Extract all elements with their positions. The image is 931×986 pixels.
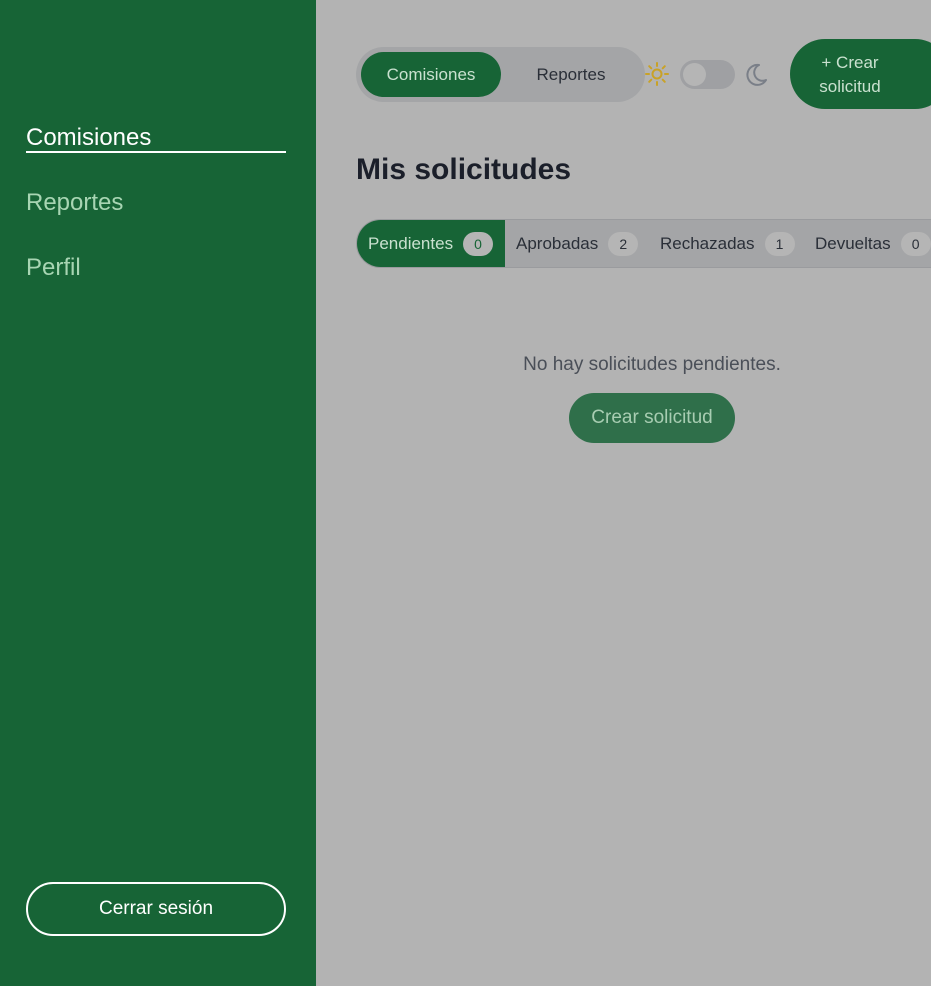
toggle-knob (683, 63, 706, 86)
tab-rechazadas[interactable]: Rechazadas 1 (660, 220, 795, 267)
create-button-line1: + Crear (821, 53, 879, 72)
logout-button[interactable]: Cerrar sesión (26, 882, 286, 936)
theme-toggle[interactable] (680, 60, 735, 89)
tab-pendientes[interactable]: Pendientes 0 (357, 220, 505, 267)
tab-label: Pendientes (368, 233, 454, 253)
segment-reportes[interactable]: Reportes (501, 52, 641, 97)
sidebar: Comisiones Reportes Perfil Cerrar sesión (0, 0, 316, 986)
tab-aprobadas[interactable]: Aprobadas 2 (516, 220, 639, 267)
main-content: Comisiones Reportes + Crear solicitud Mi… (316, 0, 931, 986)
create-request-button[interactable]: + Crear solicitud (790, 39, 931, 109)
segment-comisiones[interactable]: Comisiones (361, 52, 501, 97)
count-badge: 2 (608, 231, 639, 256)
sidebar-item-comisiones[interactable]: Comisiones (26, 124, 151, 152)
sun-icon (645, 62, 669, 86)
empty-state-message: No hay solicitudes pendientes. (523, 354, 781, 375)
moon-icon (746, 63, 767, 86)
active-nav-indicator (26, 151, 286, 153)
create-button-line2: solicitud (819, 77, 881, 96)
tab-devueltas[interactable]: Devueltas 0 (815, 220, 931, 267)
tab-label: Rechazadas (660, 233, 755, 253)
sidebar-item-reportes[interactable]: Reportes (26, 189, 123, 217)
sidebar-item-perfil[interactable]: Perfil (26, 254, 81, 282)
count-badge: 0 (463, 231, 494, 256)
section-switcher: Comisiones Reportes (356, 47, 645, 102)
tab-label: Aprobadas (516, 233, 599, 253)
count-badge: 1 (764, 231, 795, 256)
page-title: Mis solicitudes (356, 153, 572, 186)
count-badge: 0 (900, 231, 931, 256)
create-request-empty-button[interactable]: Crear solicitud (569, 393, 735, 443)
status-tabs: Pendientes 0 Aprobadas 2 Rechazadas 1 De… (356, 219, 931, 268)
tab-label: Devueltas (815, 233, 891, 253)
